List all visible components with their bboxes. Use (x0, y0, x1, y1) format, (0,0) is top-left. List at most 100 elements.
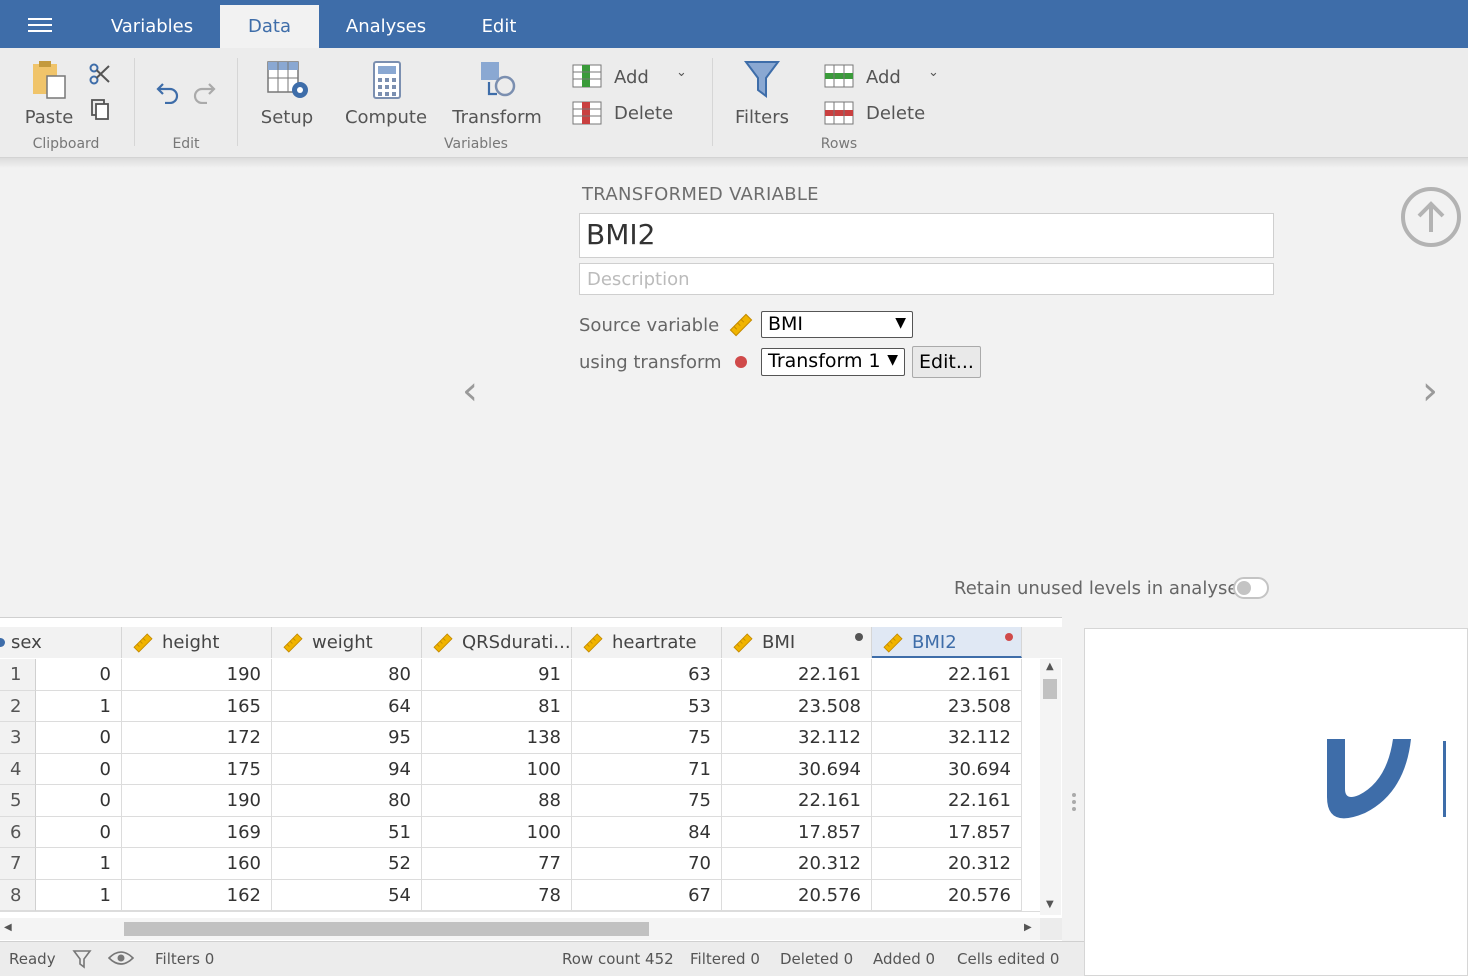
row-number[interactable]: 8 (0, 879, 36, 911)
column-header-bmi2[interactable]: BMI2 (872, 627, 1022, 658)
table-cell[interactable]: 22.161 (872, 785, 1022, 817)
variable-name-input[interactable]: BMI2 (579, 213, 1274, 258)
table-cell[interactable]: 20.576 (722, 879, 872, 911)
table-cell[interactable]: 17.857 (722, 816, 872, 848)
table-cell[interactable]: 95 (272, 722, 422, 754)
table-cell[interactable]: 0 (36, 753, 122, 785)
tab-data[interactable]: Data (220, 5, 319, 48)
scroll-right-icon[interactable]: ▶ (1024, 922, 1032, 933)
table-cell[interactable]: 63 (572, 659, 722, 691)
table-cell[interactable]: 138 (422, 722, 572, 754)
hamburger-menu-icon[interactable] (24, 14, 56, 36)
delete-variable-button[interactable]: Delete (614, 103, 673, 124)
row-number[interactable]: 6 (0, 816, 36, 848)
row-number[interactable]: 2 (0, 690, 36, 722)
source-variable-select[interactable]: BMI ▼ (761, 311, 913, 338)
table-cell[interactable]: 88 (422, 785, 572, 817)
add-variable-icon[interactable] (572, 64, 602, 88)
table-cell[interactable]: 169 (122, 816, 272, 848)
table-cell[interactable]: 162 (122, 879, 272, 911)
transform-button[interactable]: Transform (452, 58, 542, 128)
table-cell[interactable]: 190 (122, 659, 272, 691)
scroll-thumb[interactable] (1043, 679, 1057, 699)
table-cell[interactable]: 160 (122, 848, 272, 880)
tab-analyses[interactable]: Analyses (334, 5, 438, 48)
table-cell[interactable]: 23.508 (722, 690, 872, 722)
table-cell[interactable]: 30.694 (872, 753, 1022, 785)
next-variable-arrow-icon[interactable]: › (1422, 368, 1438, 414)
delete-row-button[interactable]: Delete (866, 103, 925, 124)
table-cell[interactable]: 0 (36, 659, 122, 691)
table-cell[interactable]: 20.312 (872, 848, 1022, 880)
column-header-qrsdurati[interactable]: QRSdurati... (422, 627, 572, 658)
copy-icon[interactable] (88, 98, 112, 122)
retain-levels-toggle[interactable] (1233, 577, 1269, 599)
table-cell[interactable]: 1 (36, 690, 122, 722)
table-cell[interactable]: 22.161 (722, 659, 872, 691)
description-input[interactable]: Description (579, 263, 1274, 295)
splitter-handle-icon[interactable] (1072, 793, 1076, 814)
table-cell[interactable]: 0 (36, 785, 122, 817)
table-cell[interactable]: 91 (422, 659, 572, 691)
filter-status-icon[interactable] (72, 949, 92, 969)
table-cell[interactable]: 84 (572, 816, 722, 848)
compute-button[interactable]: Compute (344, 58, 428, 128)
row-number[interactable]: 5 (0, 785, 36, 817)
collapse-up-arrow-icon[interactable] (1400, 186, 1462, 248)
add-row-icon[interactable] (824, 64, 854, 88)
table-cell[interactable]: 32.112 (722, 722, 872, 754)
table-cell[interactable]: 67 (572, 879, 722, 911)
eye-icon[interactable] (108, 949, 134, 967)
tab-variables[interactable]: Variables (96, 5, 208, 48)
table-cell[interactable]: 190 (122, 785, 272, 817)
paste-button[interactable]: Paste (22, 58, 76, 128)
table-cell[interactable]: 1 (36, 848, 122, 880)
row-number[interactable]: 1 (0, 659, 36, 691)
column-header-heartrate[interactable]: heartrate (572, 627, 722, 658)
column-header-bmi[interactable]: BMI (722, 627, 872, 658)
horizontal-scrollbar[interactable]: ◀ ▶ (0, 918, 1040, 940)
delete-variable-icon[interactable] (572, 101, 602, 125)
table-cell[interactable]: 77 (422, 848, 572, 880)
table-cell[interactable]: 80 (272, 785, 422, 817)
table-cell[interactable]: 78 (422, 879, 572, 911)
add-variable-button[interactable]: Add (614, 67, 649, 88)
cut-icon[interactable] (88, 62, 112, 86)
filters-button[interactable]: Filters (733, 58, 791, 128)
table-cell[interactable]: 100 (422, 753, 572, 785)
scroll-left-icon[interactable]: ◀ (4, 922, 12, 933)
table-cell[interactable]: 51 (272, 816, 422, 848)
transform-select[interactable]: Transform 1 ▼ (761, 348, 905, 376)
column-header-sex[interactable]: sex (0, 627, 122, 658)
table-cell[interactable]: 165 (122, 690, 272, 722)
table-cell[interactable]: 53 (572, 690, 722, 722)
column-header-height[interactable]: height (122, 627, 272, 658)
table-cell[interactable]: 30.694 (722, 753, 872, 785)
row-number[interactable]: 3 (0, 722, 36, 754)
table-cell[interactable]: 1 (36, 879, 122, 911)
chevron-down-icon[interactable]: ⌄ (928, 65, 939, 80)
scroll-down-icon[interactable]: ▼ (1046, 899, 1054, 910)
redo-icon[interactable] (191, 78, 217, 104)
table-cell[interactable]: 64 (272, 690, 422, 722)
row-number[interactable]: 7 (0, 848, 36, 880)
row-number[interactable]: 4 (0, 753, 36, 785)
table-cell[interactable]: 75 (572, 722, 722, 754)
table-cell[interactable]: 70 (572, 848, 722, 880)
table-cell[interactable]: 81 (422, 690, 572, 722)
table-cell[interactable]: 172 (122, 722, 272, 754)
table-cell[interactable]: 0 (36, 722, 122, 754)
table-cell[interactable]: 22.161 (872, 659, 1022, 691)
scroll-thumb[interactable] (124, 922, 649, 936)
pane-splitter[interactable] (1062, 617, 1084, 941)
table-cell[interactable]: 71 (572, 753, 722, 785)
table-cell[interactable]: 80 (272, 659, 422, 691)
chevron-down-icon[interactable]: ⌄ (676, 65, 687, 80)
table-cell[interactable]: 100 (422, 816, 572, 848)
column-header-weight[interactable]: weight (272, 627, 422, 658)
table-cell[interactable]: 52 (272, 848, 422, 880)
tab-edit[interactable]: Edit (470, 5, 528, 48)
table-cell[interactable]: 94 (272, 753, 422, 785)
previous-variable-arrow-icon[interactable]: ‹ (462, 368, 478, 414)
table-cell[interactable]: 17.857 (872, 816, 1022, 848)
